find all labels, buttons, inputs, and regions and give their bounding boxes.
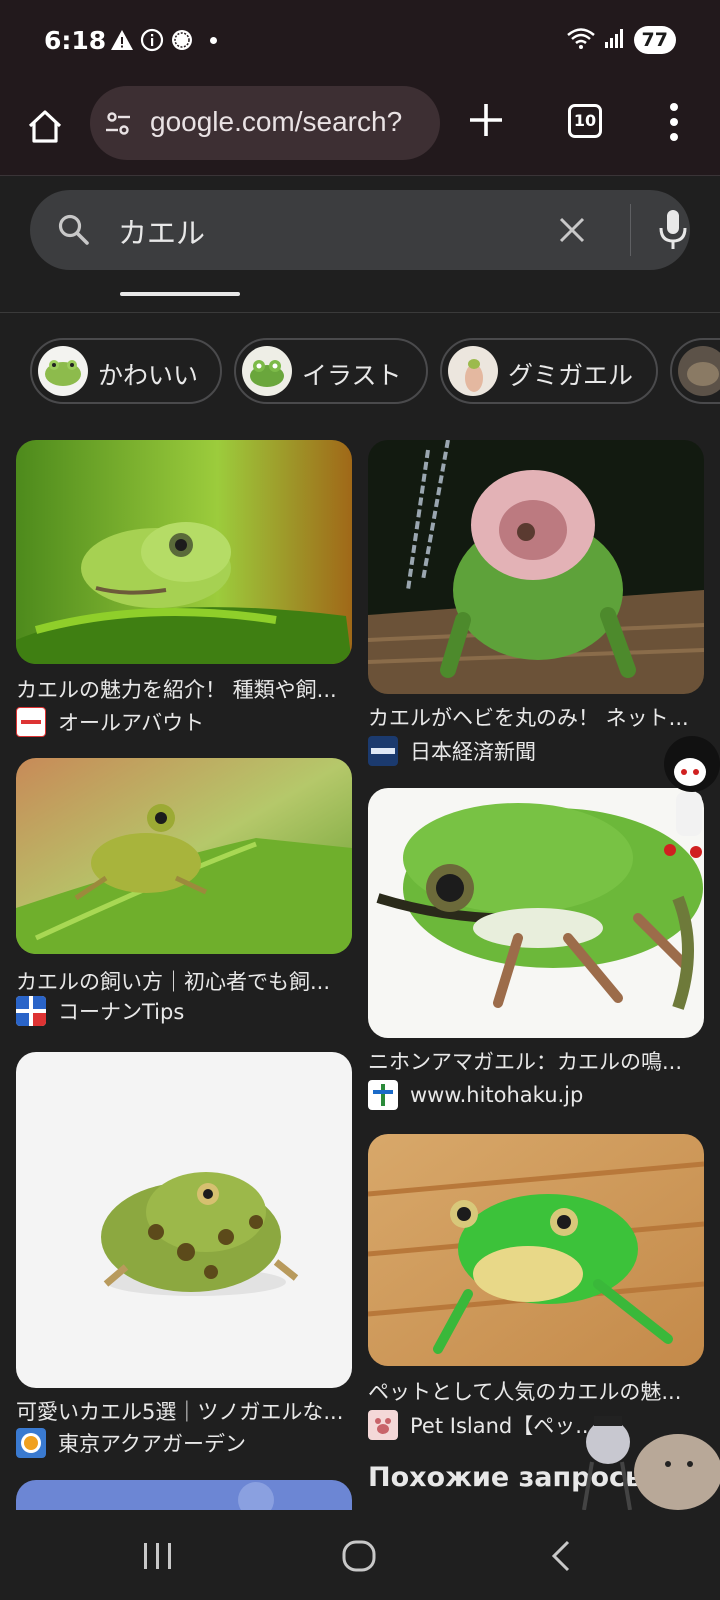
result-image[interactable] <box>368 440 704 694</box>
result-image[interactable] <box>16 1052 352 1388</box>
overflow-menu-icon[interactable] <box>664 100 684 144</box>
result-source[interactable]: コーナンTips <box>16 996 184 1026</box>
new-tab-button[interactable] <box>466 100 506 140</box>
source-name: オールアバウト <box>58 711 205 735</box>
warning-icon <box>110 28 134 52</box>
result-source[interactable]: Pet Island【ペッ... <box>368 1410 595 1440</box>
search-icon <box>58 214 89 245</box>
search-box[interactable]: カエル <box>30 190 690 270</box>
chip-label: グミガエル <box>508 361 634 390</box>
source-favicon <box>368 1410 398 1440</box>
result-image[interactable] <box>16 440 352 664</box>
result-title[interactable]: カエルの魅力を紹介！ 種類や飼... <box>16 674 352 704</box>
source-name: Pet Island【ペッ... <box>410 1414 596 1438</box>
status-time: 6:18 <box>44 26 107 55</box>
search-query[interactable]: カエル <box>118 210 205 252</box>
source-favicon <box>368 736 398 766</box>
overlay-sticker <box>578 1402 720 1511</box>
battery-indicator: 77 <box>633 26 676 54</box>
home-icon <box>28 110 62 143</box>
chip-thumbnail <box>242 346 292 396</box>
tabs-divider <box>0 312 720 313</box>
chip-kawaii[interactable]: かわいい <box>30 338 222 404</box>
result-source[interactable]: www.hitohaku.jp <box>368 1080 583 1110</box>
back-button[interactable] <box>540 1534 584 1578</box>
result-image[interactable] <box>16 758 352 954</box>
result-image[interactable] <box>16 1480 352 1510</box>
result-image[interactable] <box>368 1134 704 1366</box>
mic-icon[interactable] <box>658 208 688 252</box>
result-image[interactable] <box>368 788 704 1038</box>
refinement-chips: かわいい イラスト グミガエル <box>30 338 720 406</box>
result-source[interactable]: 東京アクアガーデン <box>16 1428 246 1458</box>
chip-thumbnail <box>678 346 720 396</box>
info-icon <box>140 28 164 52</box>
home-nav-button[interactable] <box>338 1534 382 1578</box>
result-source[interactable]: オールアバウト <box>16 707 204 737</box>
chip-label: イラスト <box>302 361 402 390</box>
search-divider <box>630 204 631 256</box>
result-title[interactable]: ニホンアマガエル：カエルの鳴... <box>368 1046 704 1076</box>
url-text: google.com/search? <box>150 106 403 137</box>
wifi-icon <box>566 26 596 54</box>
system-nav-bar <box>0 1510 720 1600</box>
chip-thumbnail <box>38 346 88 396</box>
status-bar: 6:18 77 <box>0 0 720 84</box>
site-settings-icon[interactable] <box>104 110 132 138</box>
result-title[interactable]: カエルがヘビを丸のみ！ ネット... <box>368 702 704 732</box>
active-tab-indicator <box>120 292 240 296</box>
result-source[interactable]: 日本経済新聞 <box>368 736 536 766</box>
chip-label: かわいい <box>98 361 199 390</box>
address-bar[interactable]: google.com/search? <box>90 86 440 160</box>
clear-icon[interactable] <box>554 212 590 248</box>
source-favicon <box>16 707 46 737</box>
result-title[interactable]: 可愛いカエル5選｜ツノガエルな... <box>16 1396 352 1426</box>
tab-switcher-button[interactable]: 10 <box>568 104 602 138</box>
recents-button[interactable] <box>136 1534 180 1578</box>
home-button[interactable] <box>22 104 68 150</box>
status-notification-icons <box>110 28 217 52</box>
status-right-icons: 77 <box>566 26 676 54</box>
chip-gummy[interactable]: グミガエル <box>440 338 658 404</box>
chip-illust[interactable]: イラスト <box>234 338 428 404</box>
chip-thumbnail <box>448 346 498 396</box>
source-favicon <box>16 996 46 1026</box>
app-icon <box>170 28 194 52</box>
overlay-sticker <box>656 730 720 860</box>
chip-more[interactable] <box>670 338 720 404</box>
source-favicon <box>368 1080 398 1110</box>
source-name: 東京アクアガーデン <box>58 1432 246 1456</box>
result-title[interactable]: カエルの飼い方｜初心者でも飼... <box>16 966 352 996</box>
source-name: www.hitohaku.jp <box>410 1083 584 1107</box>
source-favicon <box>16 1428 46 1458</box>
source-name: コーナンTips <box>58 1000 185 1024</box>
notification-dot <box>210 36 217 44</box>
signal-icon <box>604 27 626 53</box>
browser-toolbar: google.com/search? 10 <box>0 84 720 176</box>
source-name: 日本経済新聞 <box>410 740 536 764</box>
